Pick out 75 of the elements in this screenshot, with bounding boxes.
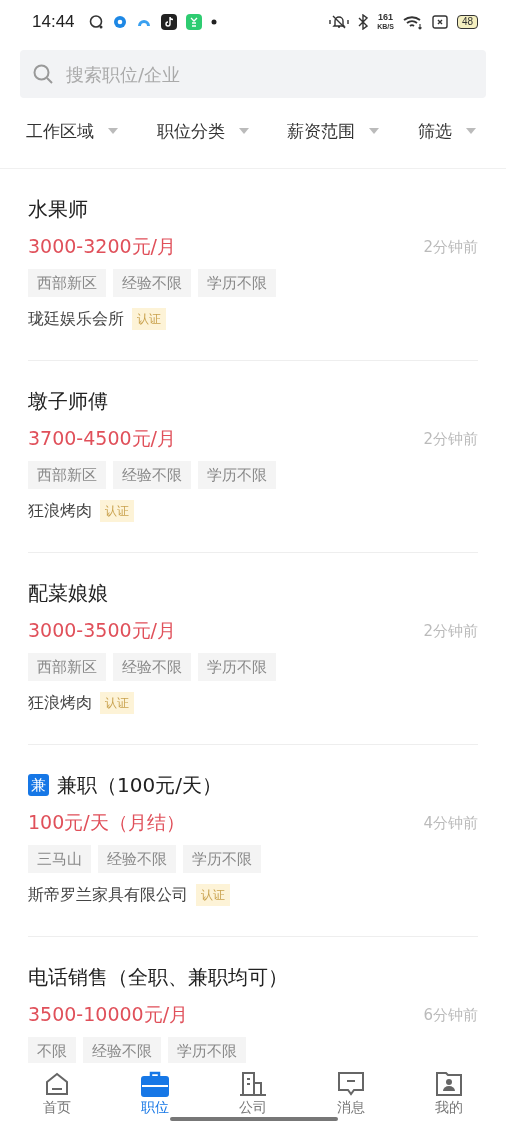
wifi-icon [402,14,423,30]
job-title: 水果师 [28,195,88,223]
verified-badge: 认证 [100,500,134,522]
message-icon [337,1071,365,1097]
caret-icon [465,128,476,134]
job-tag: 经验不限 [113,269,191,297]
post-time: 2分钟前 [423,237,478,257]
salary: 3700-4500元/月 [28,426,176,451]
network-speed: 161 [378,13,393,22]
job-card[interactable]: 墩子师傅 3700-4500元/月 2分钟前 西部新区 经验不限 学历不限 狂浪烤肉 认证 [28,361,478,553]
job-tag: 学历不限 [183,845,261,873]
job-tag: 不限 [28,1037,76,1063]
company-name: 斯帝罗兰家具有限公司 [28,884,188,906]
salary: 3000-3500元/月 [28,618,176,643]
tab-bar-item[interactable]: 消息 [302,1063,400,1125]
job-tag: 西部新区 [28,461,106,489]
job-card[interactable]: 水果师 3000-3200元/月 2分钟前 西部新区 经验不限 学历不限 珑廷娱乐会所 认证 [28,169,478,361]
status-time: 14:44 [32,12,75,32]
job-tag: 学历不限 [198,461,276,489]
tab-bar-item[interactable]: 公司 [204,1063,302,1125]
job-title: 墩子师傅 [28,387,108,415]
bluetooth-icon [358,14,369,30]
post-time: 2分钟前 [423,429,478,449]
job-tag: 学历不限 [198,653,276,681]
chat-icon [87,14,104,30]
caret-icon [238,128,249,134]
caret-icon [369,128,380,134]
tab-bar-item[interactable]: 职位 [106,1063,204,1125]
filter-dropdown[interactable]: 筛选 [417,118,476,144]
salary: 100元/天（月结） [28,810,185,835]
app-icon [185,14,202,30]
dot-icon [210,19,217,25]
company-name: 珑廷娱乐会所 [28,308,124,330]
post-time: 6分钟前 [423,1005,478,1025]
job-tag: 经验不限 [113,653,191,681]
briefcase-icon [141,1071,169,1097]
filter-dropdown[interactable]: 工作区域 [26,118,118,144]
job-tag: 学历不限 [198,269,276,297]
job-tag: 三马山 [28,845,91,873]
job-tag: 西部新区 [28,653,106,681]
profile-icon [435,1071,463,1097]
job-tag: 经验不限 [113,461,191,489]
post-time: 4分钟前 [423,813,478,833]
filter-dropdown[interactable]: 职位分类 [156,118,249,144]
job-card[interactable]: 兼 兼职（100元/天） 100元/天（月结） 4分钟前 三马山 经验不限 学历不限 斯帝罗兰家具有限公司 认证 [28,745,478,937]
building-icon [239,1071,267,1097]
salary: 3000-3200元/月 [28,234,176,259]
search-icon [32,63,54,85]
job-title: 兼职（100元/天） [57,771,222,799]
job-tag: 经验不限 [98,845,176,873]
job-tag: 西部新区 [28,269,106,297]
job-tag: 经验不限 [83,1037,161,1063]
salary: 3500-10000元/月 [28,1002,189,1027]
search-field[interactable]: 搜索职位/企业 [20,50,486,98]
caret-icon [108,128,118,134]
music-app-icon [160,14,177,30]
verified-badge: 认证 [132,308,166,330]
tab-bar-item[interactable]: 首页 [8,1063,106,1125]
company-name: 狂浪烤肉 [28,500,92,522]
verified-badge: 认证 [100,692,134,714]
job-tag: 学历不限 [168,1037,246,1063]
mute-icon [329,14,350,30]
job-title: 电话销售（全职、兼职均可） [28,963,288,991]
battery-icon: 48 [456,15,478,29]
sim-icon [431,15,448,29]
post-time: 2分钟前 [423,621,478,641]
verified-badge: 认证 [196,884,230,906]
part-time-badge: 兼 [28,774,49,796]
app-icon [112,15,127,29]
house-icon [44,1071,70,1097]
job-title: 配菜娘娘 [28,579,108,607]
job-card[interactable]: 配菜娘娘 3000-3500元/月 2分钟前 西部新区 经验不限 学历不限 狂浪烤肉 认证 [28,553,478,745]
company-name: 狂浪烤肉 [28,692,92,714]
filter-dropdown[interactable]: 薪资范围 [287,118,380,144]
tab-bar-item[interactable]: 我的 [400,1063,498,1125]
